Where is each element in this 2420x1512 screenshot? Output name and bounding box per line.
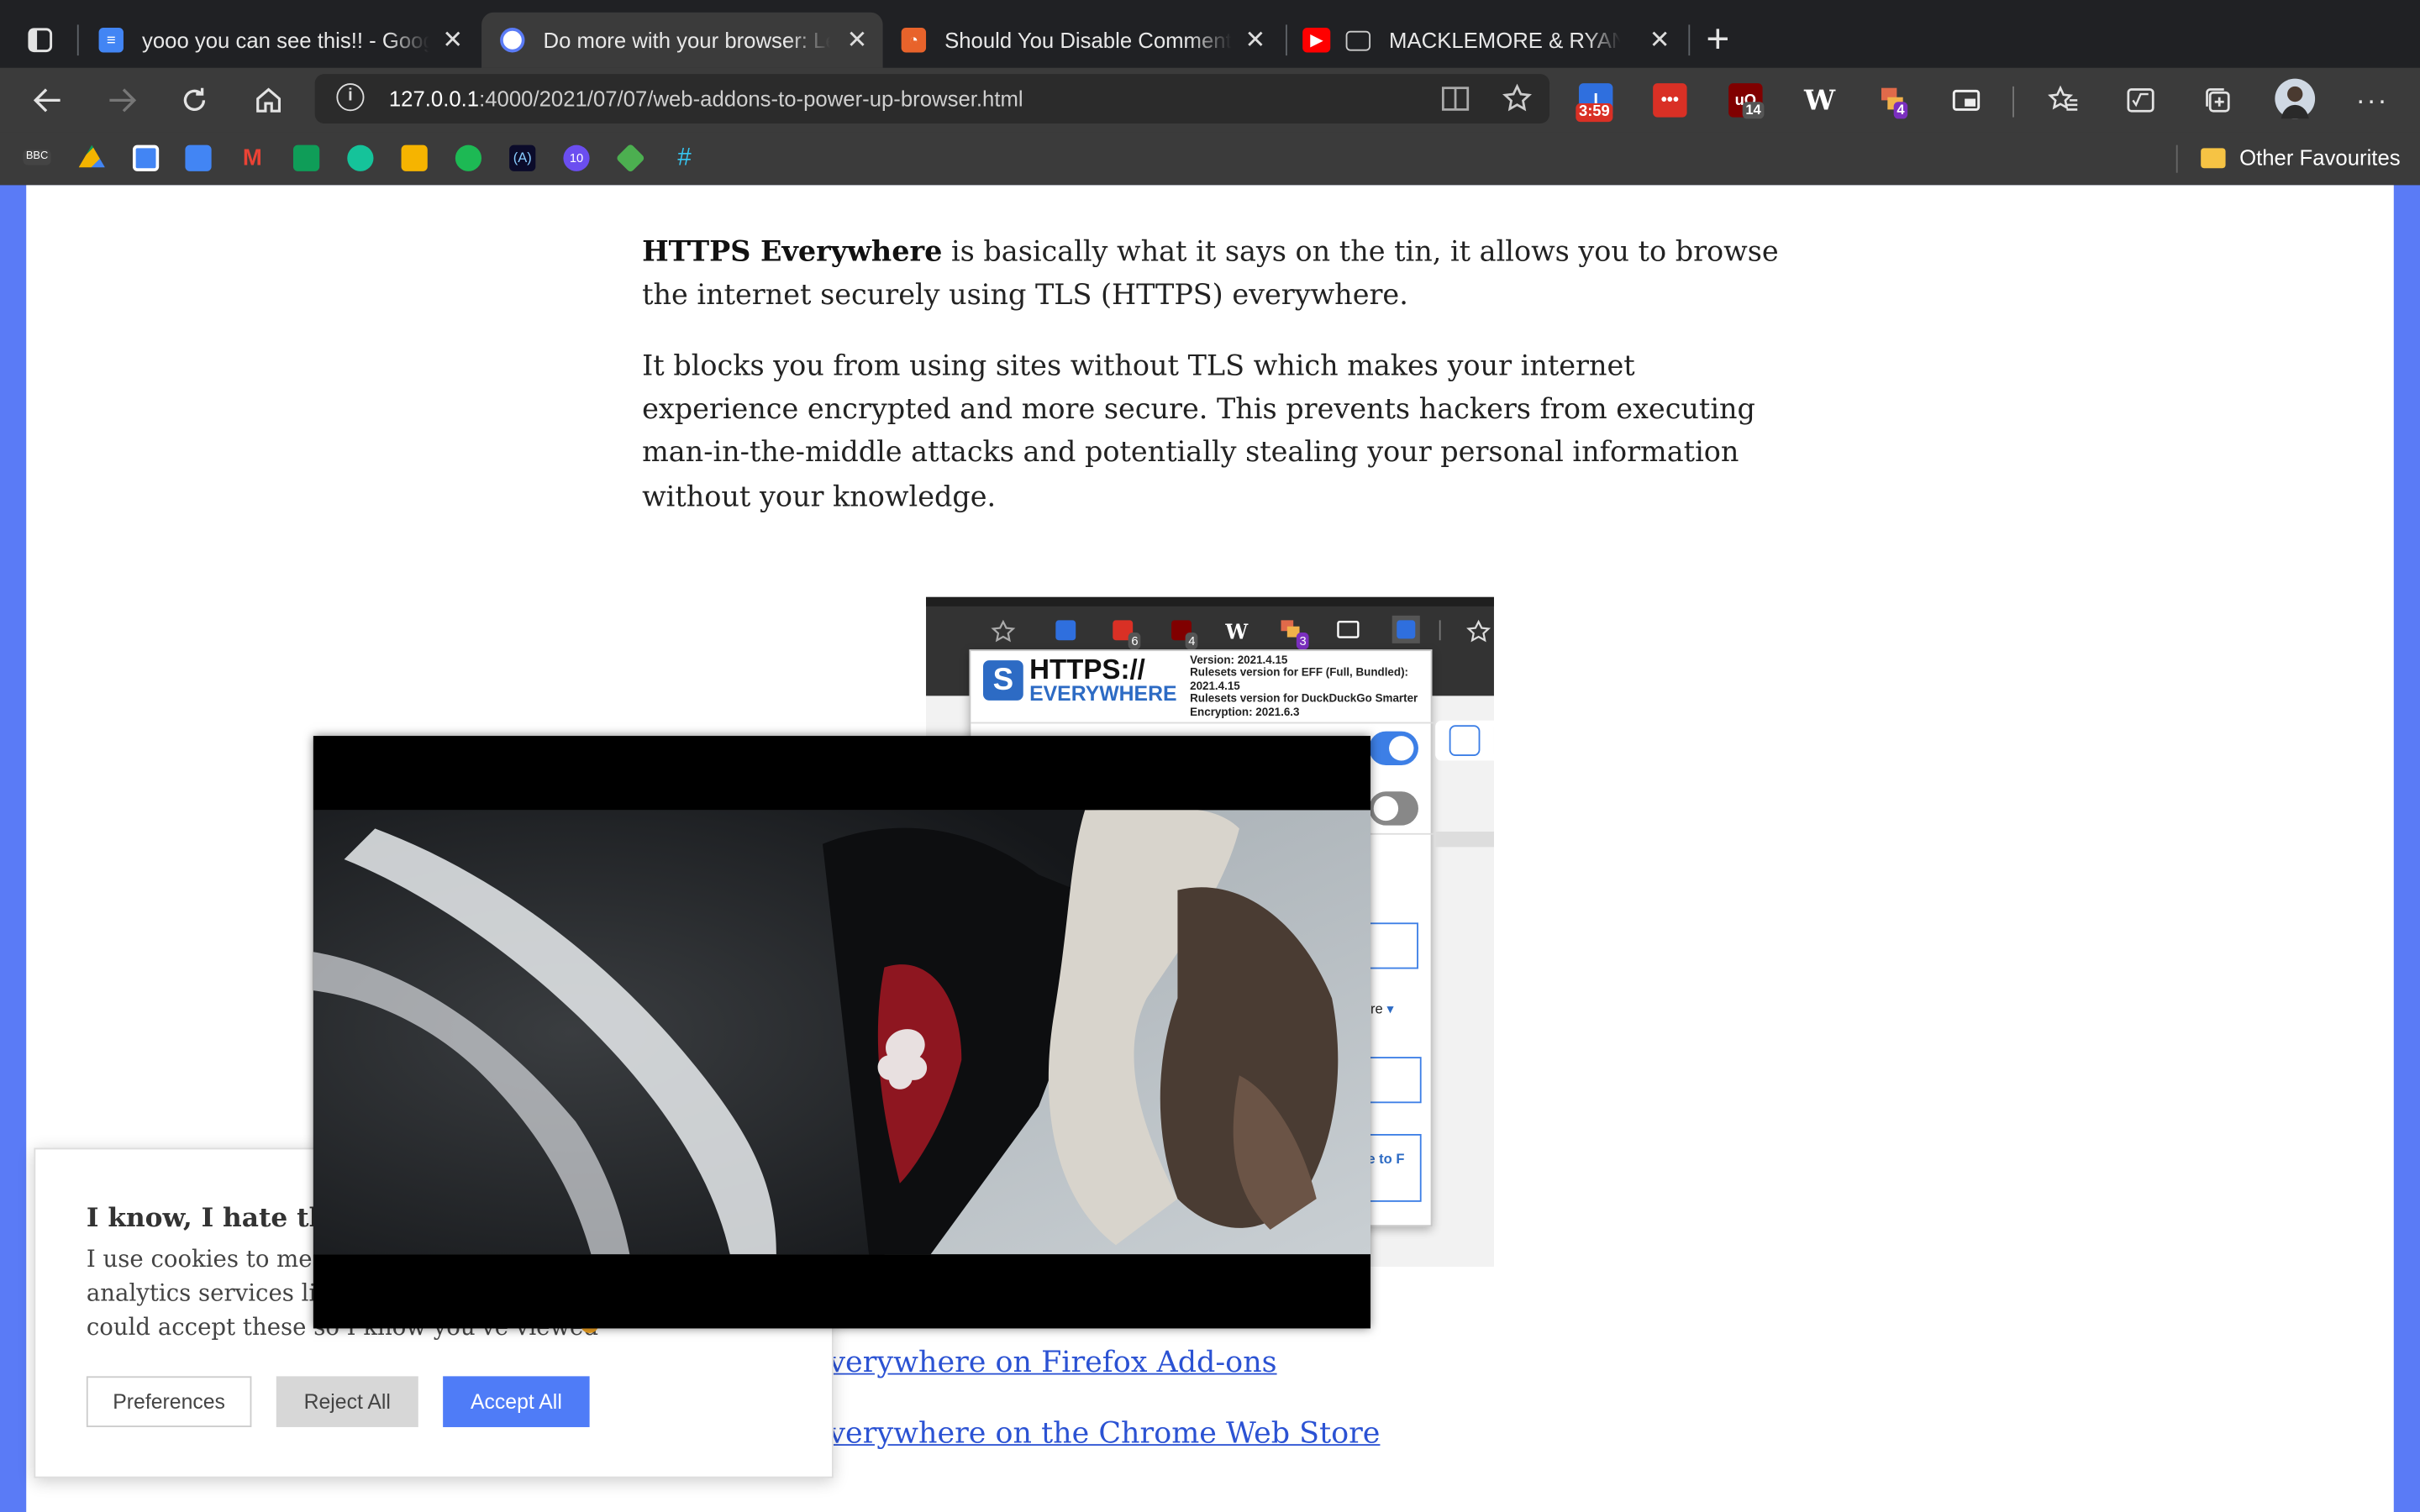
bookmark-manager-icon[interactable]: 4: [1876, 83, 1910, 119]
timer-badge: 3:59: [1576, 103, 1613, 123]
picture-in-picture-icon: [1345, 29, 1371, 50]
close-tab-icon[interactable]: ✕: [847, 24, 868, 55]
back-icon[interactable]: [28, 81, 68, 121]
screenshot-side-panel: [1435, 720, 1494, 761]
paragraph-tls: It blocks you from using sites without T…: [642, 349, 1755, 513]
collections-icon[interactable]: [2198, 81, 2238, 121]
paragraph-https-everywhere: HTTPS Everywhere is basically what it sa…: [642, 232, 1784, 319]
close-tab-icon[interactable]: ✕: [1244, 24, 1265, 55]
favourites-icon[interactable]: [2044, 81, 2084, 121]
version-info: Version: 2021.4.15 Rulesets version for …: [1190, 653, 1424, 719]
tab-title: MACKLEMORE & RYAN LE: [1389, 28, 1621, 53]
tab-title: Do more with your browser: Le: [543, 28, 831, 53]
picture-in-picture-extension-icon[interactable]: [1949, 83, 1983, 117]
bbc-bookmark-icon[interactable]: BBC: [23, 150, 51, 165]
slack-bookmark-icon[interactable]: #: [671, 145, 697, 171]
tab-title: yooo you can see this!! - Google: [141, 28, 429, 53]
new-tab-icon[interactable]: +: [1697, 14, 1738, 60]
screenshot-badge: 6: [1128, 633, 1142, 650]
tab-strip: ≡ yooo you can see this!! - Google ✕ Do …: [0, 0, 2420, 68]
chrome-web-store-link[interactable]: verywhere on the Chrome Web Store: [829, 1416, 1380, 1450]
google-drive-bookmark-icon[interactable]: [78, 144, 105, 168]
address-url: 127.0.0.1:4000/2021/07/07/web-addons-to-…: [389, 87, 1023, 111]
toggle-off[interactable]: [1369, 791, 1418, 826]
screenshot-badge: 4: [1185, 633, 1199, 650]
tab-google-docs[interactable]: ≡ yooo you can see this!! - Google ✕: [87, 13, 479, 68]
https-everywhere-bold: HTTPS Everywhere: [642, 236, 943, 269]
tab-comments-article[interactable]: ◔ Should You Disable Comments ✕: [889, 13, 1281, 68]
toolbar: i 127.0.0.1:4000/2021/07/07/web-addons-t…: [0, 67, 2420, 133]
lastpass-icon[interactable]: •••: [1653, 83, 1687, 118]
tab-youtube[interactable]: ▶ MACKLEMORE & RYAN LE ✕: [1293, 13, 1686, 68]
ublock-badge: 14: [1742, 102, 1765, 119]
rulesets-ddg-text: Rulesets version for DuckDuckGo Smarter …: [1190, 691, 1418, 719]
profile-avatar[interactable]: [2275, 78, 2316, 119]
vercel-bookmark-icon[interactable]: (A): [509, 144, 536, 171]
picture-in-picture-video[interactable]: [313, 736, 1371, 1329]
math-solver-icon[interactable]: [2121, 81, 2161, 121]
rulesets-eff-text: Rulesets version for EFF (Full, Bundled)…: [1190, 665, 1409, 693]
address-bar[interactable]: i 127.0.0.1:4000/2021/07/07/web-addons-t…: [314, 74, 1550, 123]
cookie-preferences-button[interactable]: Preferences: [86, 1376, 252, 1427]
screenshot-divider: [1435, 831, 1494, 848]
screenshot-badge: 3: [1296, 633, 1310, 650]
google-keep-bookmark-icon[interactable]: [401, 144, 428, 171]
spotify-bookmark-icon[interactable]: [455, 144, 482, 171]
url-path: :4000/2021/07/07/web-addons-to-power-up-…: [479, 86, 1023, 112]
gmail-bookmark-icon[interactable]: M: [239, 145, 266, 171]
google-docs-icon: ≡: [98, 28, 124, 53]
close-tab-icon[interactable]: ✕: [442, 24, 463, 55]
svg-text:W: W: [1224, 620, 1249, 643]
reload-icon[interactable]: [175, 81, 215, 121]
google-calendar-bookmark-icon[interactable]: [132, 144, 160, 171]
forward-icon[interactable]: [102, 81, 142, 121]
close-tab-icon[interactable]: ✕: [1649, 24, 1670, 55]
immersive-reader-icon[interactable]: [1435, 79, 1476, 119]
timer-extension-icon[interactable]: I 3:59: [1576, 83, 1613, 123]
home-icon[interactable]: [249, 81, 289, 121]
tab-title: Should You Disable Comments: [944, 28, 1232, 53]
cookie-reject-button[interactable]: Reject All: [276, 1376, 418, 1427]
wikipedia-icon[interactable]: W: [1802, 83, 1836, 117]
video-frame: [313, 736, 1371, 1329]
site-logo-icon: [500, 28, 525, 53]
browser-window: ≡ yooo you can see this!! - Google ✕ Do …: [0, 0, 2420, 1512]
site-info-icon[interactable]: i: [336, 83, 365, 112]
https-logo-bottom: EVERYWHERE: [1029, 681, 1177, 706]
https-shield-icon: S: [982, 660, 1023, 701]
tab-actions-icon[interactable]: [18, 18, 61, 61]
ublock-origin-icon[interactable]: uO 14: [1728, 83, 1765, 119]
firefox-addons-link[interactable]: verywhere on Firefox Add-ons: [829, 1346, 1276, 1379]
bookmark-badge: 4: [1893, 102, 1908, 119]
google-docs-bookmark-icon[interactable]: [185, 144, 212, 171]
toggle-on[interactable]: [1369, 731, 1418, 766]
feedly-bookmark-icon[interactable]: [615, 143, 645, 173]
grammarly-bookmark-icon[interactable]: [347, 144, 374, 171]
tab-active-article[interactable]: Do more with your browser: Le ✕: [481, 12, 883, 68]
folder-icon: [2201, 147, 2226, 168]
bookmarks-bar: BBC M (A) 10 # Other Favourites: [0, 132, 2420, 186]
google-sheets-bookmark-icon[interactable]: [292, 144, 320, 171]
other-favourites-label: Other Favourites: [2239, 144, 2401, 171]
url-host: 127.0.0.1: [388, 86, 480, 112]
counter-bookmark-icon[interactable]: 10: [563, 144, 590, 171]
cookie-accept-button[interactable]: Accept All: [443, 1376, 590, 1427]
more-menu-icon[interactable]: ···: [2352, 81, 2392, 121]
add-favourite-icon[interactable]: [1497, 79, 1538, 119]
youtube-icon: ▶: [1302, 28, 1331, 53]
other-favourites-folder[interactable]: Other Favourites: [2201, 144, 2401, 171]
feed-icon: ◔: [901, 28, 927, 53]
